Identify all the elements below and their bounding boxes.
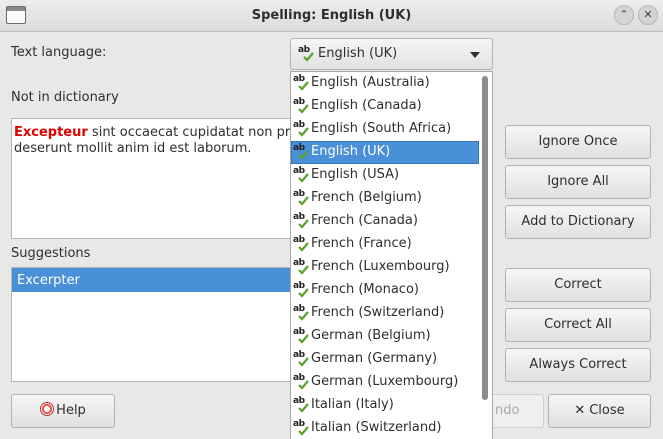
spellcheck-abc-icon: ab bbox=[293, 419, 310, 436]
dropdown-item-label: German (Luxembourg) bbox=[311, 374, 459, 389]
close-x-icon: ✕ bbox=[574, 403, 586, 418]
language-dropdown-menu[interactable]: ab English (Australia) ab English (Canada) a… bbox=[290, 71, 493, 439]
spellcheck-abc-icon: ab bbox=[293, 97, 310, 114]
add-to-dictionary-button[interactable]: Add to Dictionary bbox=[505, 205, 651, 239]
dropdown-item[interactable]: ab French (Canada) bbox=[291, 210, 479, 233]
dropdown-item-label: French (France) bbox=[311, 236, 412, 251]
spellcheck-abc-icon: ab bbox=[293, 327, 310, 344]
maximize-button[interactable]: ⌃ bbox=[614, 5, 634, 25]
close-button[interactable]: ✕ Close bbox=[548, 394, 651, 428]
dropdown-item[interactable]: ab Italian (Italy) bbox=[291, 394, 479, 417]
dropdown-item-label: German (Germany) bbox=[311, 351, 438, 366]
dropdown-item-label: Italian (Italy) bbox=[311, 397, 394, 412]
dropdown-item-label: French (Canada) bbox=[311, 213, 418, 228]
suggestions-list[interactable]: Excerpter bbox=[11, 267, 301, 382]
help-button[interactable]: Help bbox=[11, 394, 115, 428]
spellcheck-abc-icon: ab bbox=[293, 304, 310, 321]
dropdown-scrollbar[interactable] bbox=[482, 76, 488, 400]
dropdown-item-label: French (Luxembourg) bbox=[311, 259, 450, 274]
spellcheck-abc-icon: ab bbox=[293, 120, 310, 137]
dropdown-item[interactable]: ab English (Canada) bbox=[291, 95, 479, 118]
dropdown-item[interactable]: ab English (UK) bbox=[291, 141, 479, 164]
dropdown-item-label: English (South Africa) bbox=[311, 121, 452, 136]
always-correct-button[interactable]: Always Correct bbox=[505, 348, 651, 382]
ignore-all-button[interactable]: Ignore All bbox=[505, 165, 651, 199]
ignore-once-button[interactable]: Ignore Once bbox=[505, 125, 651, 159]
sentence-line-2: deserunt mollit anim id est laborum. bbox=[14, 141, 252, 156]
spellcheck-abc-icon: ab bbox=[293, 189, 310, 206]
dropdown-item[interactable]: ab German (Germany) bbox=[291, 348, 479, 371]
spellcheck-abc-icon: ab bbox=[293, 143, 310, 160]
chevron-down-icon bbox=[470, 52, 480, 58]
dropdown-item[interactable]: ab French (France) bbox=[291, 233, 479, 256]
window-title: Spelling: English (UK) bbox=[251, 8, 412, 23]
dropdown-item[interactable]: ab German (Luxembourg) bbox=[291, 371, 479, 394]
dropdown-item[interactable]: ab English (USA) bbox=[291, 164, 479, 187]
language-combobox-value: English (UK) bbox=[318, 46, 398, 61]
spellcheck-abc-icon: ab bbox=[293, 166, 310, 183]
dropdown-item[interactable]: ab French (Belgium) bbox=[291, 187, 479, 210]
spellcheck-abc-icon: ab bbox=[293, 258, 310, 275]
dropdown-item-label: German (Belgium) bbox=[311, 328, 431, 343]
dropdown-item-label: Italian (Switzerland) bbox=[311, 420, 442, 435]
help-button-label: Help bbox=[56, 403, 86, 418]
dropdown-item-label: English (Australia) bbox=[311, 75, 430, 90]
spellcheck-abc-icon: ab bbox=[293, 235, 310, 252]
dropdown-item[interactable]: ab French (Luxembourg) bbox=[291, 256, 479, 279]
sentence-text-view[interactable]: Excepteur sint occaecat cupidatat non pr… bbox=[11, 118, 301, 239]
suggestions-label: Suggestions bbox=[11, 246, 91, 261]
dropdown-item-label: French (Switzerland) bbox=[311, 305, 445, 320]
misspelled-word: Excepteur bbox=[14, 125, 88, 140]
spellcheck-abc-icon: ab bbox=[293, 396, 310, 413]
dropdown-item-label: English (Canada) bbox=[311, 98, 422, 113]
dropdown-item[interactable]: ab German (Belgium) bbox=[291, 325, 479, 348]
spellcheck-abc-icon: ab bbox=[293, 212, 310, 229]
correct-all-button[interactable]: Correct All bbox=[505, 308, 651, 342]
language-combobox[interactable]: ab English (UK) bbox=[290, 38, 493, 70]
suggestion-item[interactable]: Excerpter bbox=[12, 268, 300, 292]
title-bar: Spelling: English (UK) ⌃ ✕ bbox=[0, 0, 663, 32]
help-lifebuoy-icon bbox=[40, 402, 55, 416]
dropdown-item[interactable]: ab French (Monaco) bbox=[291, 279, 479, 302]
spellcheck-abc-icon: ab bbox=[298, 45, 315, 62]
spellcheck-abc-icon: ab bbox=[293, 74, 310, 91]
spellcheck-abc-icon: ab bbox=[293, 350, 310, 367]
sentence-line-1: sint occaecat cupidatat non pro bbox=[87, 125, 298, 140]
not-in-dictionary-label: Not in dictionary bbox=[11, 90, 119, 105]
dropdown-item-label: French (Belgium) bbox=[311, 190, 422, 205]
text-language-label: Text language: bbox=[11, 45, 107, 60]
correct-button[interactable]: Correct bbox=[505, 268, 651, 302]
dropdown-item[interactable]: ab English (Australia) bbox=[291, 72, 479, 95]
close-button-label: Close bbox=[589, 403, 625, 418]
dropdown-item[interactable]: ab Italian (Switzerland) bbox=[291, 417, 479, 439]
dropdown-item[interactable]: ab French (Switzerland) bbox=[291, 302, 479, 325]
dropdown-item-label: French (Monaco) bbox=[311, 282, 419, 297]
spellcheck-abc-icon: ab bbox=[293, 281, 310, 298]
close-window-button[interactable]: ✕ bbox=[638, 5, 658, 25]
dropdown-item[interactable]: ab English (South Africa) bbox=[291, 118, 479, 141]
dropdown-item-label: English (USA) bbox=[311, 167, 400, 182]
dropdown-item-label: English (UK) bbox=[311, 144, 391, 159]
spellcheck-abc-icon: ab bbox=[293, 373, 310, 390]
